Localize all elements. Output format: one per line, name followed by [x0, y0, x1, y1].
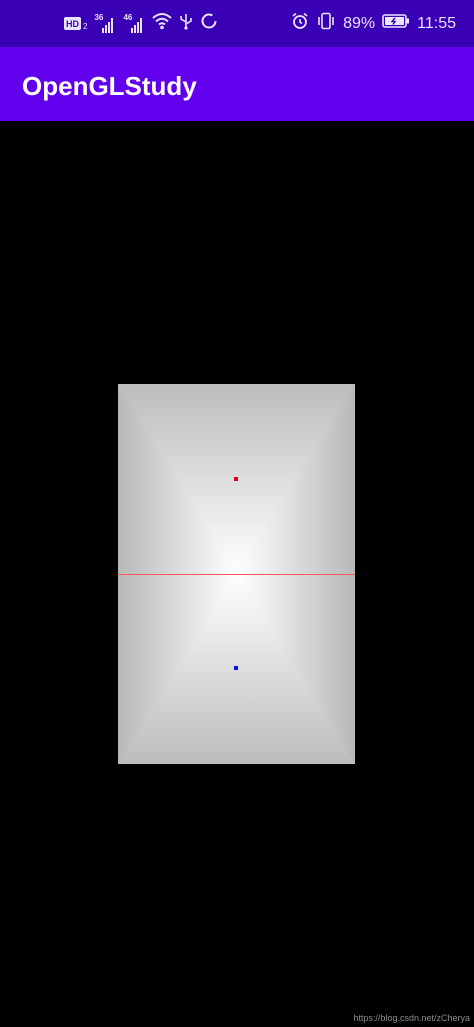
wifi-icon: [152, 12, 173, 35]
hd-icon: HD: [64, 17, 81, 30]
gl-surface[interactable]: https://blog.csdn.net/zCherya: [0, 121, 474, 1027]
red-point: [234, 477, 238, 481]
gl-rendered-quad: [118, 384, 355, 764]
app-title: OpenGLStudy: [22, 71, 197, 101]
sync-icon: [200, 12, 218, 35]
signal-icon: 36: [94, 12, 116, 34]
blue-point: [234, 666, 238, 670]
status-right-icons: 89% 11:55: [291, 0, 456, 47]
status-left-icons: HD 2 36 46: [64, 0, 218, 47]
hd-sub-label: 2: [83, 22, 88, 31]
signal-icon: 46: [123, 12, 145, 34]
vibrate-icon: [316, 12, 336, 35]
battery-icon: [382, 13, 410, 34]
app-bar: OpenGLStudy: [0, 47, 474, 121]
usb-icon: [179, 12, 193, 35]
network-type-label: 46: [123, 12, 133, 22]
network-type-label: 36: [94, 12, 104, 22]
battery-percent: 89%: [343, 15, 376, 32]
status-time: 11:55: [417, 15, 456, 32]
alarm-icon: [291, 12, 309, 35]
watermark: https://blog.csdn.net/zCherya: [353, 1013, 470, 1023]
horizontal-center-line: [118, 574, 355, 575]
status-bar: HD 2 36 46 89% 11:55: [0, 0, 474, 47]
